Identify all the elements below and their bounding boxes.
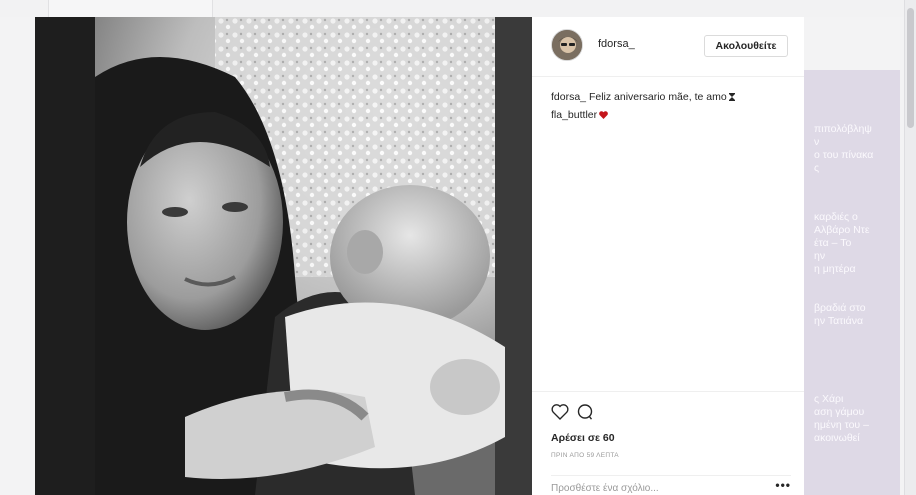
likes-count[interactable]: Αρέσει σε 60 bbox=[551, 432, 615, 444]
background-headline-3: βραδιά στο ην Τατιάνα bbox=[814, 302, 866, 327]
post-modal: fdorsa_ Ακολουθείτε fdorsa_ Feliz aniver… bbox=[35, 17, 804, 495]
caption-text: Feliz aniversario mãe, te amo bbox=[588, 91, 727, 103]
comment-username[interactable]: fla_buttler bbox=[551, 109, 597, 121]
post-side-panel: fdorsa_ Ακολουθείτε fdorsa_ Feliz aniver… bbox=[532, 17, 804, 495]
caption-line: fdorsa_ Feliz aniversario mãe, te amo bbox=[551, 88, 791, 106]
post-photo[interactable] bbox=[35, 17, 532, 495]
scrollbar-thumb[interactable] bbox=[907, 8, 914, 128]
heart-outline-icon[interactable] bbox=[551, 403, 569, 421]
background-headline-1: πιπολόβληψ ν ο του πίνακα ς bbox=[814, 123, 874, 174]
more-options-button[interactable]: ••• bbox=[775, 478, 791, 492]
background-headline-4: ς Χάρι αση γάμου ημένη του – ακοινωθεί bbox=[814, 393, 869, 444]
post-timestamp[interactable]: ΠΡΙΝ ΑΠΟ 59 ΛΕΠΤΑ bbox=[551, 452, 619, 459]
comment-line: fla_buttler bbox=[551, 106, 791, 124]
red-heart-emoji-icon bbox=[599, 107, 608, 119]
post-caption: fdorsa_ Feliz aniversario mãe, te amo fl… bbox=[551, 88, 791, 124]
speech-bubble-icon[interactable] bbox=[576, 403, 594, 421]
comment-form: ••• bbox=[551, 475, 791, 495]
avatar[interactable] bbox=[551, 29, 583, 61]
post-header: fdorsa_ Ακολουθείτε bbox=[532, 17, 804, 77]
following-button[interactable]: Ακολουθείτε bbox=[704, 35, 788, 57]
top-strip bbox=[0, 0, 916, 17]
hourglass-emoji-icon bbox=[728, 89, 735, 101]
page-scrollbar[interactable] bbox=[904, 0, 916, 495]
background-tab bbox=[48, 0, 213, 17]
caption-username[interactable]: fdorsa_ bbox=[551, 91, 586, 103]
comment-input[interactable] bbox=[551, 481, 761, 495]
post-actions: Αρέσει σε 60 ΠΡΙΝ ΑΠΟ 59 ΛΕΠΤΑ ••• bbox=[532, 391, 804, 495]
post-username[interactable]: fdorsa_ bbox=[598, 38, 635, 50]
background-headline-2: καρδιές ο Αλβάρο Ντε έτα – Το ην η μητέρ… bbox=[814, 211, 870, 275]
